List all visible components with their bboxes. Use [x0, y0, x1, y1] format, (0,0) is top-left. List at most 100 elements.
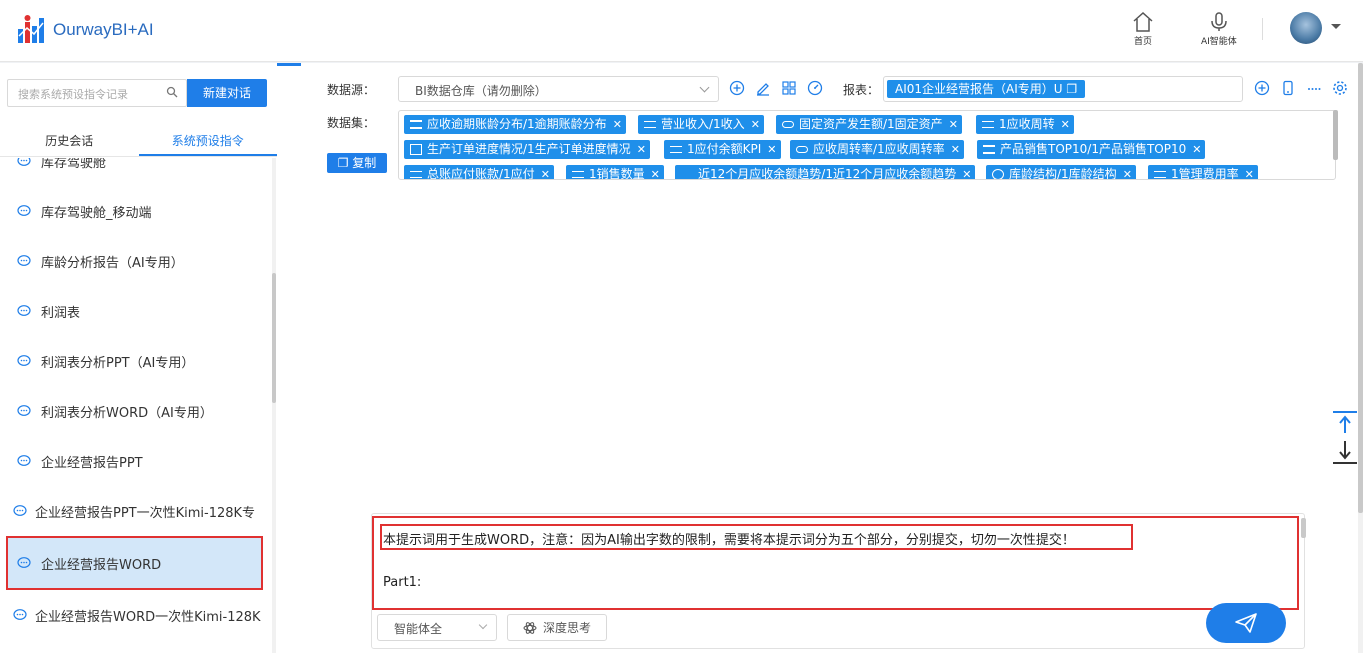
list-item[interactable]: 库存驾驶舱_移动端 — [0, 186, 272, 236]
dataset-tag[interactable]: 1管理费用率 ✕ — [1148, 165, 1258, 180]
gear-icon[interactable] — [1332, 80, 1348, 96]
close-icon[interactable]: ✕ — [962, 165, 971, 179]
kpi-icon — [572, 171, 584, 178]
main-scrollbar[interactable] — [1358, 63, 1363, 653]
dataset-selector[interactable]: 应收逾期账龄分布/1逾期账龄分布 ✕ 营业收入/1收入 ✕ 固定资产发生额/1固定资… — [398, 110, 1336, 180]
dataset-tag-label: 1管理费用率 — [1171, 167, 1239, 180]
chat-bubble-icon — [17, 355, 31, 366]
dataset-tag[interactable]: 近12个月应收余额趋势/1近12个月应收余额趋势 ✕ — [675, 165, 976, 179]
send-button[interactable] — [1206, 603, 1286, 643]
list-item[interactable]: 库龄分析报告（AI专用） — [0, 236, 272, 286]
dataset-scrollbar[interactable] — [1333, 110, 1338, 160]
top-bar: OurwayBI+AI 首页 AI智能体 — [0, 0, 1363, 62]
search-placeholder: 搜索系统预设指令记录 — [18, 88, 128, 101]
copy-icon[interactable]: ❐ — [1066, 82, 1077, 96]
list-item-label: 利润表 — [41, 305, 81, 321]
copy-button-label: 复制 — [352, 156, 377, 170]
prompt-line-1[interactable]: 本提示词用于生成WORD，注意：因为AI输出字数的限制，需要将本提示词分为五个部… — [383, 529, 1075, 548]
list-icon — [410, 120, 422, 129]
input-scrollbar[interactable] — [1301, 518, 1306, 538]
close-icon[interactable]: ✕ — [637, 140, 646, 159]
scroll-top-bottom-controls — [1333, 411, 1357, 464]
dataset-tag[interactable]: 库龄结构/1库龄结构 ✕ — [986, 165, 1136, 179]
dataset-tag[interactable]: 应收逾期账龄分布/1逾期账龄分布 ✕ — [404, 115, 626, 134]
close-icon[interactable]: ✕ — [651, 165, 660, 179]
sidebar-tabs: 历史会话 系统预设指令 — [0, 127, 277, 157]
close-icon[interactable]: ✕ — [1192, 140, 1201, 159]
datasource-select[interactable]: BI数据仓库（请勿删除） — [398, 76, 719, 102]
list-item-selected[interactable]: 企业经营报告WORD — [6, 536, 263, 590]
list-item[interactable]: 利润表 — [0, 286, 272, 336]
copy-button[interactable]: ❐ 复制 — [327, 153, 387, 173]
list-item[interactable]: 企业经营报告PPT一次性Kimi-128K专 — [0, 486, 272, 536]
close-icon[interactable]: ✕ — [767, 140, 776, 159]
dataset-tag[interactable]: 固定资产发生额/1固定资产 ✕ — [776, 115, 962, 134]
close-icon[interactable]: ✕ — [1061, 115, 1070, 134]
close-icon[interactable]: ✕ — [751, 115, 760, 134]
chevron-down-icon[interactable] — [1331, 24, 1341, 29]
more-icon[interactable] — [1306, 80, 1322, 96]
atom-icon — [523, 621, 537, 634]
preset-list: 库存驾驶舱 库存驾驶舱_移动端 库龄分析报告（AI专用） 利润表 利润表分析PP… — [0, 158, 272, 653]
close-icon[interactable]: ✕ — [541, 165, 550, 179]
list-item[interactable]: 库存驾驶舱 — [0, 158, 272, 186]
close-icon[interactable]: ✕ — [951, 140, 960, 159]
tab-system-presets[interactable]: 系统预设指令 — [138, 127, 277, 156]
agent-mode-select[interactable]: 智能体全 — [377, 614, 497, 641]
close-icon[interactable]: ✕ — [1245, 165, 1254, 179]
dataset-tag[interactable]: 生产订单进度情况/1生产订单进度情况 ✕ — [404, 140, 650, 159]
divider — [1262, 18, 1263, 40]
sidebar-scrollbar-thumb[interactable] — [272, 273, 276, 403]
close-icon[interactable]: ✕ — [1123, 165, 1132, 179]
list-item[interactable]: 企业经营报告PPT — [0, 436, 272, 486]
deep-think-button[interactable]: 深度思考 — [507, 614, 607, 641]
app-logo[interactable]: OurwayBI+AI — [16, 14, 154, 46]
link-icon — [782, 121, 794, 128]
prompt-line-2[interactable]: Part1: — [383, 575, 421, 590]
sidebar-scrollbar[interactable] — [272, 158, 276, 653]
scroll-to-top-icon[interactable] — [1333, 411, 1357, 433]
dataset-tag-label: 1应付余额KPI — [687, 142, 762, 156]
dataset-tag-label: 应收周转率/1应收周转率 — [813, 142, 945, 156]
add-circle-icon[interactable] — [1254, 80, 1270, 96]
grid-icon[interactable] — [781, 80, 797, 96]
report-select[interactable]: AI01企业经营报告（AI专用）U ❐ — [883, 76, 1243, 102]
scroll-to-bottom-icon[interactable] — [1333, 441, 1357, 464]
dataset-tag[interactable]: 1应收周转 ✕ — [976, 115, 1074, 134]
list-item-label: 库存驾驶舱 — [41, 158, 107, 171]
nav-ai-agent[interactable]: AI智能体 — [1201, 10, 1237, 47]
list-item-label: 企业经营报告WORD一次性Kimi-128K — [35, 609, 261, 625]
report-tag[interactable]: AI01企业经营报告（AI专用）U ❐ — [887, 80, 1086, 98]
dataset-tag[interactable]: 1应付余额KPI ✕ — [664, 140, 781, 159]
mobile-icon[interactable] — [1280, 80, 1296, 96]
deep-think-label: 深度思考 — [542, 621, 591, 635]
list-item[interactable]: 利润表分析PPT（AI专用） — [0, 336, 272, 386]
list-item[interactable]: 利润表分析WORD（AI专用） — [0, 386, 272, 436]
dataset-tag[interactable]: 营业收入/1收入 ✕ — [638, 115, 764, 134]
close-icon[interactable]: ✕ — [949, 115, 958, 134]
nav-home[interactable]: 首页 — [1131, 10, 1155, 47]
dashboard-icon[interactable] — [807, 80, 823, 96]
dataset-tag[interactable]: 1销售数量 ✕ — [566, 165, 664, 179]
dataset-tag[interactable]: 产品销售TOP10/1产品销售TOP10 ✕ — [977, 140, 1206, 159]
dataset-tag[interactable]: 总账应付账款/1应付 ✕ — [404, 165, 554, 179]
search-icon[interactable] — [166, 86, 178, 98]
tab-history[interactable]: 历史会话 — [0, 127, 139, 156]
app-title: OurwayBI+AI — [53, 20, 154, 39]
list-item[interactable]: 企业经营报告WORD一次性Kimi-128K — [0, 590, 272, 640]
chat-bubble-icon — [17, 305, 31, 316]
kpi-icon — [1154, 171, 1166, 178]
kpi-icon — [982, 121, 994, 128]
chat-bubble-icon — [17, 255, 31, 266]
microphone-icon — [1211, 12, 1227, 31]
main-scrollbar-thumb[interactable] — [1358, 63, 1363, 513]
chevron-down-icon — [478, 620, 488, 630]
add-circle-icon[interactable] — [729, 80, 745, 96]
edit-icon[interactable] — [755, 80, 771, 96]
search-input[interactable]: 搜索系统预设指令记录 — [7, 79, 187, 107]
avatar[interactable] — [1290, 12, 1322, 44]
chat-bubble-icon — [17, 405, 31, 416]
close-icon[interactable]: ✕ — [613, 115, 622, 134]
new-conversation-button[interactable]: 新建对话 — [187, 79, 267, 107]
dataset-tag[interactable]: 应收周转率/1应收周转率 ✕ — [790, 140, 964, 159]
